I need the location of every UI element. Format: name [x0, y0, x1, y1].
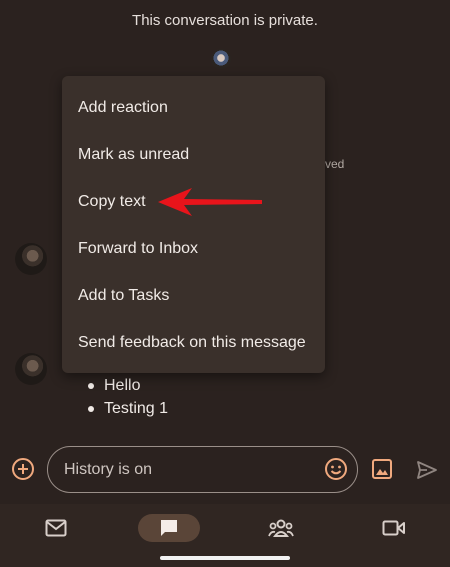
menu-item-add-tasks[interactable]: Add to Tasks	[62, 272, 325, 319]
menu-item-send-feedback[interactable]: Send feedback on this message	[62, 319, 325, 366]
emoji-icon[interactable]	[324, 457, 348, 481]
message-input[interactable]: History is on	[47, 446, 358, 493]
bullet-text: Hello	[104, 376, 141, 394]
message-context-menu: Add reaction Mark as unread Copy text Fo…	[62, 76, 325, 373]
nav-mail-tab[interactable]	[40, 514, 72, 542]
bullet-text: Testing 1	[104, 399, 169, 417]
video-camera-icon	[382, 520, 405, 536]
message-bullet-list: Hello Testing 1	[84, 374, 168, 420]
chat-icon	[161, 520, 177, 536]
menu-item-forward-inbox[interactable]: Forward to Inbox	[62, 225, 325, 272]
annotation-arrow-icon	[158, 188, 262, 216]
privacy-notice: This conversation is private.	[132, 12, 318, 29]
menu-item-add-reaction[interactable]: Add reaction	[62, 84, 325, 131]
image-icon[interactable]	[371, 458, 393, 480]
nav-chat-tab[interactable]	[138, 514, 200, 542]
sender-avatar[interactable]	[15, 243, 47, 275]
nav-spaces-tab[interactable]	[265, 514, 297, 542]
list-item: Testing 1	[84, 397, 168, 420]
list-item: Hello	[84, 374, 168, 397]
message-status-partial: ved	[325, 157, 345, 171]
send-icon[interactable]	[416, 459, 438, 481]
spaces-icon	[268, 519, 294, 537]
mail-icon	[45, 519, 67, 537]
sender-avatar[interactable]	[15, 353, 47, 385]
bullet-dot	[88, 405, 94, 412]
bullet-dot	[88, 382, 94, 389]
participant-avatar[interactable]	[211, 49, 231, 69]
nav-meet-tab[interactable]	[378, 514, 410, 542]
menu-item-mark-unread[interactable]: Mark as unread	[62, 131, 325, 178]
add-circle-icon[interactable]	[11, 457, 35, 481]
home-indicator[interactable]	[160, 556, 290, 560]
